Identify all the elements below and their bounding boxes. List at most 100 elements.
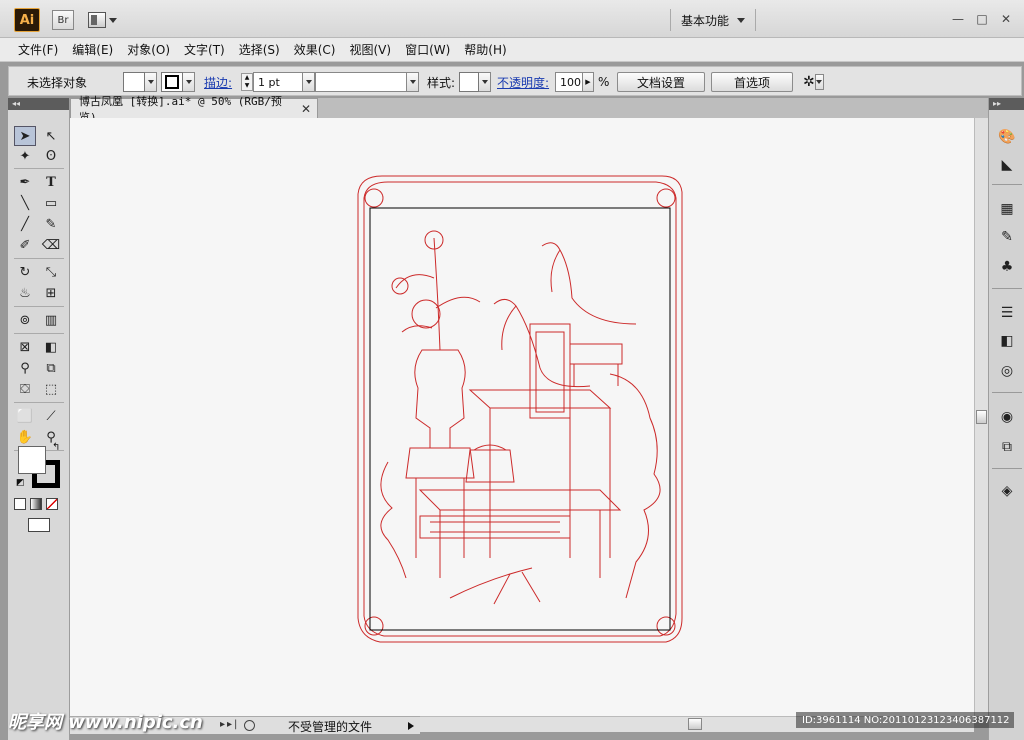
gradient-icon[interactable] — [30, 498, 42, 510]
transparency-panel-icon[interactable]: ◎ — [997, 362, 1017, 380]
expand-panels-icon[interactable]: ▸▸ — [989, 98, 1024, 110]
rectangle-tool-icon[interactable]: ▭ — [40, 193, 62, 213]
none-icon[interactable] — [46, 498, 58, 510]
gradient-panel-icon[interactable]: ◧ — [997, 332, 1017, 350]
symbol-sprayer-tool-icon[interactable]: ⊚ — [14, 310, 36, 330]
stroke-weight-dropdown[interactable] — [303, 72, 315, 92]
opacity-field[interactable]: 100 — [555, 72, 583, 92]
status-text[interactable]: 不受管理的文件 — [288, 718, 372, 735]
sparkle-icon: ✲ — [803, 74, 815, 90]
stroke-control[interactable] — [161, 72, 195, 92]
document-setup-button[interactable]: 文档设置 — [617, 72, 705, 92]
live-paint-selection-tool-icon[interactable]: ⬚ — [40, 379, 62, 399]
close-icon[interactable]: ✕ — [301, 102, 311, 116]
pen-tool-icon[interactable]: ✒ — [14, 172, 36, 192]
layers-panel-icon[interactable]: ◈ — [997, 482, 1017, 500]
menu-select[interactable]: 选择(S) — [239, 41, 280, 58]
opacity-label-link[interactable]: 不透明度: — [497, 72, 549, 92]
style-control[interactable] — [459, 72, 491, 92]
symbols-panel-icon[interactable]: ♣ — [997, 258, 1017, 276]
brushes-panel-icon[interactable]: ✎ — [997, 228, 1017, 246]
stroke-panel-icon[interactable]: ☰ — [997, 304, 1017, 322]
variable-width-field[interactable] — [315, 72, 407, 92]
style-dropdown[interactable] — [479, 72, 491, 92]
artboard-tool-icon[interactable]: ⬜ — [14, 406, 36, 426]
blend-tool-icon[interactable]: ⧉ — [40, 358, 62, 378]
horizontal-scroll-thumb[interactable] — [688, 718, 702, 730]
control-bar-menu[interactable]: ✲ — [803, 72, 824, 92]
menu-object[interactable]: 对象(O) — [127, 41, 170, 58]
direct-selection-tool-icon[interactable]: ↖ — [40, 126, 62, 146]
selection-tool-icon[interactable]: ➤ — [14, 126, 36, 146]
free-transform-tool-icon[interactable]: ⊞ — [40, 283, 62, 303]
paintbrush-tool-icon[interactable]: ╱ — [14, 214, 36, 234]
mesh-tool-icon[interactable]: ⊠ — [14, 337, 36, 357]
opacity-control[interactable]: 100 ▶ % — [555, 72, 609, 92]
stroke-weight-field[interactable]: 1 pt — [253, 72, 303, 92]
pencil-tool-icon[interactable]: ✎ — [40, 214, 62, 234]
screen-mode-icon[interactable] — [28, 518, 50, 532]
variable-width-control[interactable] — [315, 72, 419, 92]
lasso-tool-icon[interactable]: ʘ — [40, 146, 62, 166]
eyedropper-tool-icon[interactable]: ⚲ — [14, 358, 36, 378]
collapse-panel-icon[interactable]: ◂◂ — [8, 98, 69, 110]
color-guide-icon[interactable]: ◣ — [997, 156, 1017, 174]
control-bar-menu-dropdown[interactable] — [814, 74, 824, 90]
column-graph-tool-icon[interactable]: ▥ — [40, 310, 62, 330]
document-canvas[interactable] — [70, 118, 974, 716]
swatches-panel-icon[interactable]: ▦ — [997, 200, 1017, 218]
menu-effect[interactable]: 效果(C) — [294, 41, 336, 58]
graphic-styles-icon[interactable]: ⧉ — [997, 438, 1017, 456]
menu-window[interactable]: 窗口(W) — [405, 41, 450, 58]
style-swatch[interactable] — [459, 72, 479, 92]
maximize-button[interactable]: □ — [976, 12, 988, 26]
menu-type[interactable]: 文字(T) — [184, 41, 225, 58]
appearance-panel-icon[interactable]: ◉ — [997, 408, 1017, 426]
type-tool-icon[interactable]: T — [40, 172, 62, 192]
color-panel-icon[interactable]: 🎨 — [997, 128, 1017, 146]
status-menu-arrow-icon[interactable] — [408, 722, 414, 730]
blob-brush-tool-icon[interactable]: ✐ — [14, 235, 36, 255]
color-icon[interactable] — [14, 498, 26, 510]
swap-fill-stroke-icon[interactable]: ↰ — [52, 442, 60, 453]
fill-box[interactable] — [18, 446, 46, 474]
default-colors-icon[interactable]: ◩ — [16, 478, 25, 488]
line-tool-icon[interactable]: ╲ — [14, 193, 36, 213]
eraser-tool-icon[interactable]: ⌫ — [40, 235, 62, 255]
menu-help[interactable]: 帮助(H) — [464, 41, 506, 58]
vertical-scrollbar[interactable] — [974, 118, 988, 716]
stroke-weight-control[interactable]: ▲ ▼ 1 pt — [241, 72, 315, 92]
live-paint-bucket-tool-icon[interactable]: ⛋ — [14, 379, 36, 399]
bridge-button[interactable]: Br — [52, 10, 74, 30]
minimize-button[interactable]: — — [952, 12, 964, 26]
close-button[interactable]: ✕ — [1000, 12, 1012, 26]
magic-wand-tool-icon[interactable]: ✦ — [14, 146, 36, 166]
stroke-swatch[interactable] — [161, 72, 183, 92]
arrange-documents-button[interactable] — [88, 10, 122, 30]
stroke-weight-spinner[interactable]: ▲ ▼ — [241, 73, 253, 91]
variable-width-dropdown[interactable] — [407, 72, 419, 92]
opacity-flyout[interactable]: ▶ — [583, 72, 594, 92]
menu-view[interactable]: 视图(V) — [349, 41, 391, 58]
fill-stroke-widget[interactable]: ↰ ◩ — [16, 442, 62, 490]
preferences-button[interactable]: 首选项 — [711, 72, 793, 92]
stroke-label-link[interactable]: 描边: — [204, 72, 232, 92]
hand-tool-icon[interactable]: ✋ — [14, 427, 36, 447]
stroke-dropdown[interactable] — [183, 72, 195, 92]
artboard-navigation[interactable]: ▸▸| — [220, 719, 239, 730]
menu-edit[interactable]: 编辑(E) — [72, 41, 113, 58]
separator — [14, 168, 64, 169]
vertical-scroll-thumb[interactable] — [976, 410, 987, 424]
color-mode-buttons — [14, 498, 58, 510]
fill-swatch[interactable] — [123, 72, 145, 92]
scale-tool-icon[interactable]: ⤡ — [40, 262, 62, 282]
gradient-tool-icon[interactable]: ◧ — [40, 337, 62, 357]
fill-dropdown[interactable] — [145, 72, 157, 92]
document-tab[interactable]: 博古凤凰 [转换].ai* @ 50% (RGB/预览) ✕ — [70, 95, 318, 124]
slice-tool-icon[interactable]: ⟋ — [40, 406, 62, 426]
fill-control[interactable] — [123, 72, 157, 92]
workspace-switcher[interactable]: 基本功能 — [670, 9, 756, 31]
menu-file[interactable]: 文件(F) — [18, 41, 58, 58]
rotate-tool-icon[interactable]: ↻ — [14, 262, 36, 282]
warp-tool-icon[interactable]: ♨ — [14, 283, 36, 303]
